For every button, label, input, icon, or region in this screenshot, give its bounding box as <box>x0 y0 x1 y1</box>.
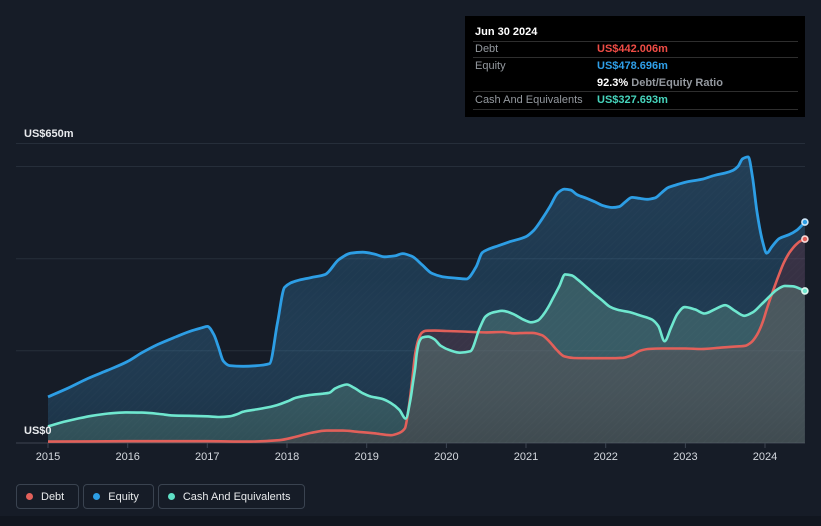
svg-text:2021: 2021 <box>514 451 538 463</box>
svg-text:US$0: US$0 <box>24 425 52 437</box>
svg-text:2019: 2019 <box>354 451 378 463</box>
svg-text:2022: 2022 <box>593 451 617 463</box>
svg-text:2020: 2020 <box>434 451 458 463</box>
svg-text:2015: 2015 <box>36 451 60 463</box>
svg-text:2017: 2017 <box>195 451 219 463</box>
svg-text:2023: 2023 <box>673 451 697 463</box>
svg-text:2024: 2024 <box>753 451 777 463</box>
svg-text:US$650m: US$650m <box>24 128 74 140</box>
svg-text:2016: 2016 <box>115 451 139 463</box>
svg-text:2018: 2018 <box>275 451 299 463</box>
